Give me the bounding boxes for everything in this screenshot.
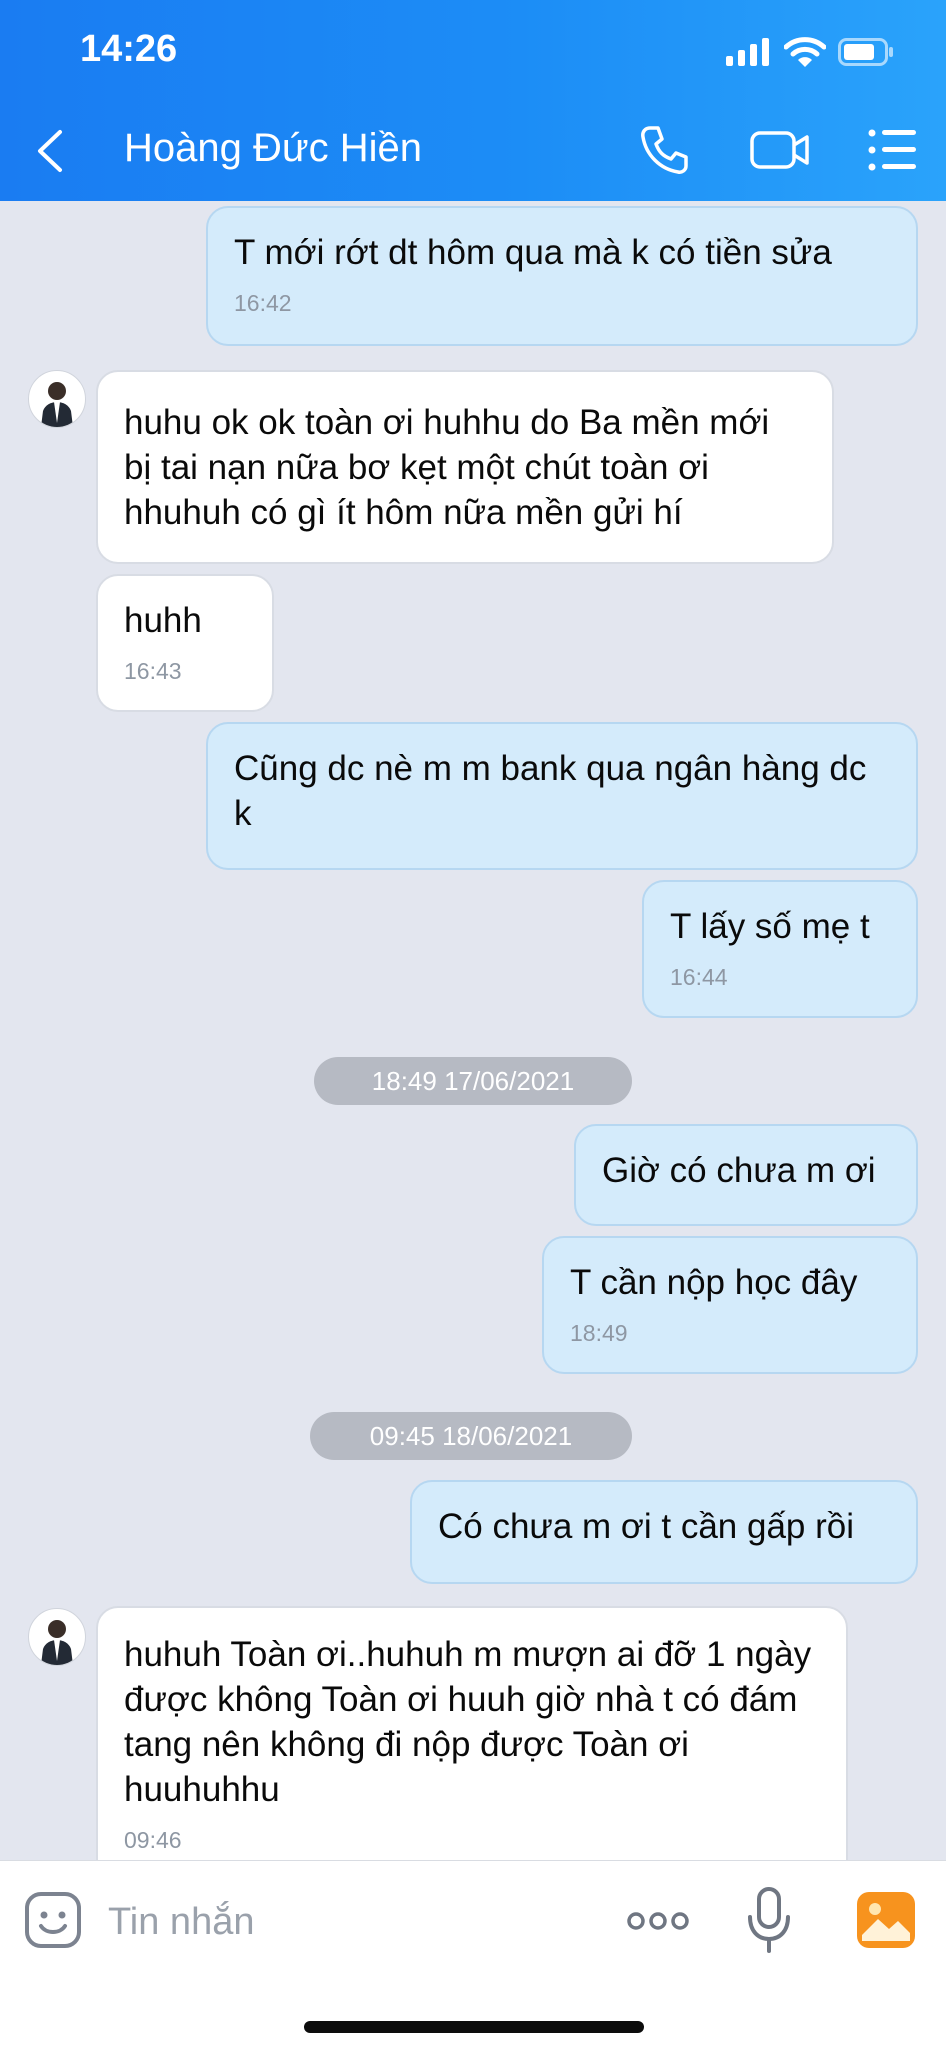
wifi-icon (784, 37, 826, 67)
contact-avatar[interactable] (28, 1608, 86, 1666)
message-time: 16:42 (234, 290, 292, 316)
more-options-icon[interactable] (626, 1901, 690, 1941)
outgoing-message[interactable]: Cũng dc nè m m bank qua ngân hàng dc k (206, 722, 918, 870)
battery-icon (838, 38, 893, 66)
message-time: 09:46 (124, 1827, 182, 1853)
message-time: 18:49 (570, 1320, 628, 1346)
video-call-icon[interactable] (750, 130, 810, 170)
contact-name[interactable]: Hoàng Đức Hiền (124, 126, 422, 171)
message-text: T mới rớt dt hôm qua mà k có tiền sửa (234, 233, 832, 272)
message-text: T cần nộp học đây (570, 1263, 858, 1302)
image-gallery-icon[interactable] (856, 1891, 916, 1949)
back-button[interactable] (30, 128, 72, 174)
status-bar-time: 14:26 (80, 28, 178, 70)
message-text: T lấy số mẹ t (670, 907, 870, 946)
avatar-person-icon (41, 382, 73, 427)
incoming-message[interactable]: huhh 16:43 (96, 574, 274, 712)
incoming-message[interactable]: huhuh Toàn ơi..huhuh m mượn ai đỡ 1 ngày… (96, 1606, 848, 1886)
date-separator: 09:45 18/06/2021 (310, 1412, 632, 1460)
message-input-bar (0, 1860, 946, 2049)
cellular-signal-icon (726, 38, 769, 66)
outgoing-message[interactable]: T cần nộp học đây 18:49 (542, 1236, 918, 1374)
microphone-icon[interactable] (746, 1887, 792, 1955)
emoji-sticker-icon[interactable] (24, 1891, 82, 1949)
message-text: Có chưa m ơi t cần gấp rồi (438, 1507, 855, 1546)
message-text: Cũng dc nè m m bank qua ngân hàng dc k (234, 749, 867, 833)
date-separator: 18:49 17/06/2021 (314, 1057, 632, 1105)
chat-header: 14:26 Hoàng Đức Hiền (0, 0, 946, 201)
message-text: huhuh Toàn ơi..huhuh m mượn ai đỡ 1 ngày… (124, 1635, 812, 1809)
avatar-person-icon (41, 1620, 73, 1665)
message-time: 16:44 (670, 964, 728, 990)
contact-avatar[interactable] (28, 370, 86, 428)
outgoing-message[interactable]: Có chưa m ơi t cần gấp rồi (410, 1480, 918, 1584)
outgoing-message[interactable]: T mới rớt dt hôm qua mà k có tiền sửa 16… (206, 206, 918, 346)
home-indicator (304, 2021, 644, 2033)
outgoing-message[interactable]: Giờ có chưa m ơi (574, 1124, 918, 1226)
message-text: Giờ có chưa m ơi (602, 1151, 876, 1190)
message-text: huhu ok ok toàn ơi huhhu do Ba mền mới b… (124, 403, 770, 532)
incoming-message[interactable]: huhu ok ok toàn ơi huhhu do Ba mền mới b… (96, 370, 834, 564)
message-time: 16:43 (124, 658, 182, 684)
outgoing-message[interactable]: T lấy số mẹ t 16:44 (642, 880, 918, 1018)
options-menu-icon[interactable] (868, 128, 918, 172)
phone-call-icon[interactable] (638, 124, 688, 176)
message-input[interactable] (106, 1889, 590, 1955)
message-text: huhh (124, 601, 202, 640)
